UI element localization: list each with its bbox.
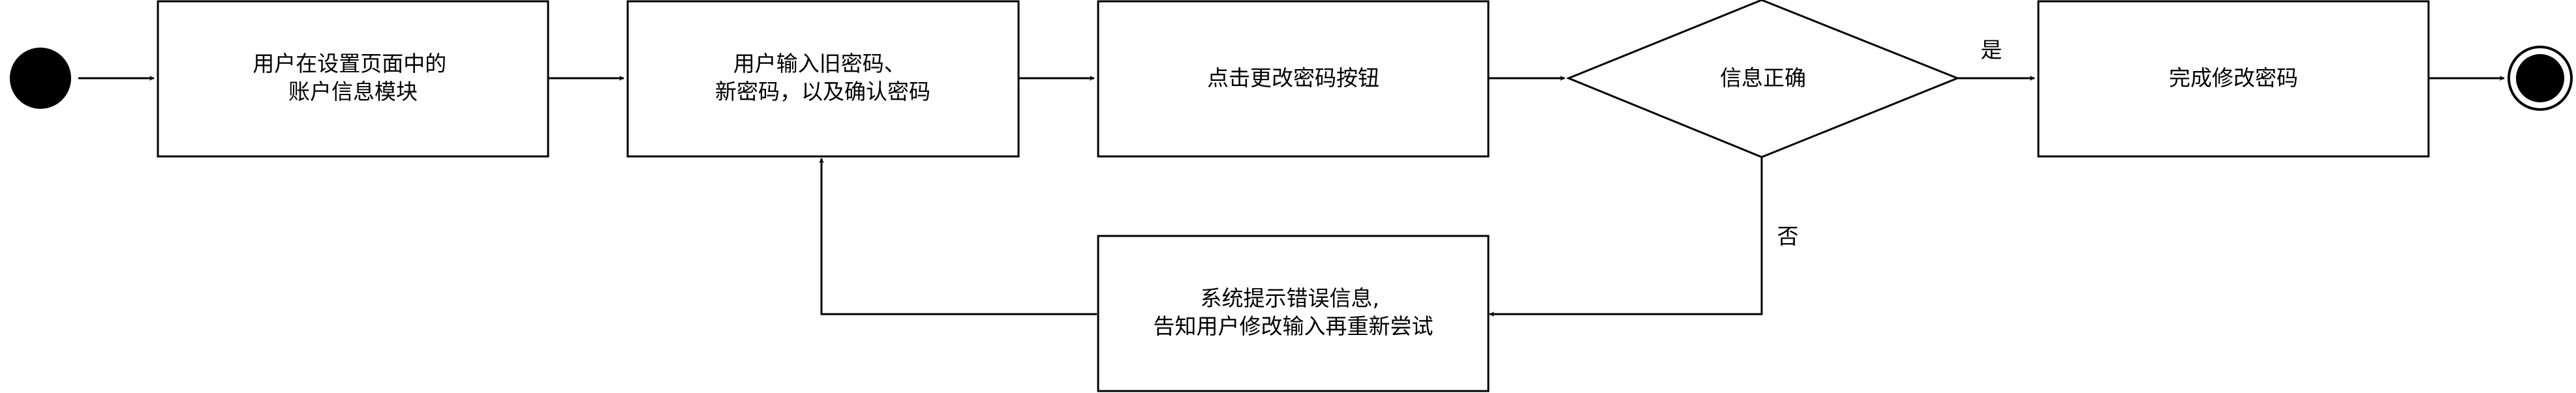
action-error-prompt-line-2: 告知用户修改输入再重新尝试 [1154,313,1434,339]
action-open-account-module: 用户在设置页面中的 账户信息模块 [157,0,549,158]
action-input-passwords-line-1: 用户输入旧密码、 [733,51,906,76]
action-click-change-password-label: 点击更改密码按钮 [1207,65,1379,91]
action-open-account-module-line-2: 账户信息模块 [288,79,418,104]
action-input-passwords-line-2: 新密码，以及确认密码 [715,79,930,104]
action-click-change-password: 点击更改密码按钮 [1097,0,1490,158]
activity-diagram: 是 否 用户在设置页面中的 账户信息模块 用户输入旧密码、 新密码，以及确认密码… [10,0,2573,392]
decision-info-correct-label: 信息正确 [1720,65,1806,91]
start-node [10,48,71,109]
action-complete-password-change: 完成修改密码 [2037,0,2430,158]
action-open-account-module-line-1: 用户在设置页面中的 [253,51,446,76]
action-error-prompt-line-1: 系统提示错误信息, [1201,285,1380,311]
action-complete-password-change-label: 完成修改密码 [2169,65,2298,91]
decision-info-correct: 信息正确 [1566,0,1961,158]
edge-decision-no-to-error [1489,157,1763,317]
end-node [2507,46,2573,111]
action-error-prompt: 系统提示错误信息, 告知用户修改输入再重新尝试 [1097,235,1490,392]
action-input-passwords: 用户输入旧密码、 新密码，以及确认密码 [626,0,1020,158]
yes-label: 是 [1981,37,2002,63]
edge-error-to-input [819,158,1097,315]
no-label: 否 [1777,224,1799,249]
